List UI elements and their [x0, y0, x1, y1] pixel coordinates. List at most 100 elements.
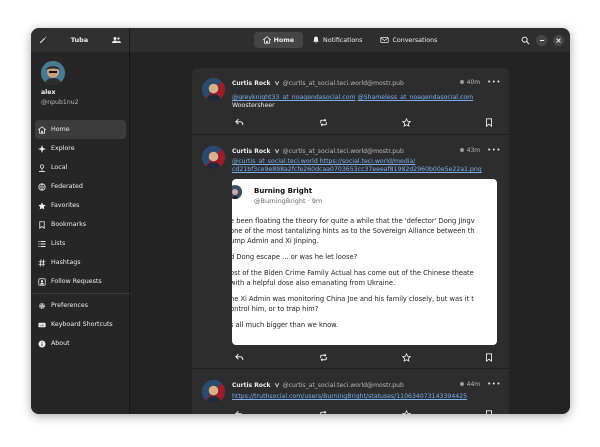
bookmark-icon[interactable] — [484, 352, 494, 362]
post-avatar[interactable] — [202, 380, 225, 403]
reply-icon[interactable] — [234, 409, 244, 414]
sidebar-item-local[interactable]: Local — [35, 158, 126, 177]
post-meta: 40m ••• — [459, 78, 501, 86]
post-content: @greyknight33_at_noagendasocial.com @Sha… — [232, 94, 473, 101]
tab-notifications[interactable]: Notifications — [303, 32, 371, 48]
sidebar-item-label: Favorites — [51, 202, 80, 209]
post-content: cd21bf3ce9e898a2fcfe260dcaa0703653cc37ee… — [232, 166, 482, 173]
sidebar-item-home[interactable]: Home — [35, 120, 126, 139]
search-icon[interactable] — [521, 36, 530, 45]
card-line: he Xi Admin was monitoring China Joe and… — [232, 295, 474, 303]
user-handle: @npub1nu2 — [41, 99, 79, 106]
sidebar-item-favorites[interactable]: Favorites — [35, 196, 126, 215]
post-avatar[interactable] — [202, 78, 225, 101]
follow-request-icon — [38, 277, 46, 286]
more-options-icon[interactable]: ••• — [487, 78, 501, 86]
tab-label: Conversations — [392, 36, 438, 44]
visibility-icon — [459, 80, 464, 84]
post-actions — [232, 117, 500, 127]
sidebar-divider — [31, 293, 130, 294]
favorite-icon[interactable] — [401, 409, 411, 414]
mention-link[interactable]: @greyknight33_at_noagendasocial.com — [232, 94, 355, 101]
card-line: ump Admin and Xi Jinping. — [232, 237, 319, 245]
boost-icon[interactable] — [318, 409, 328, 414]
boost-icon[interactable] — [318, 117, 328, 127]
post-author[interactable]: Curtis Rock — [232, 382, 271, 389]
sidebar-item-label: Hashtags — [51, 259, 81, 266]
post-actions — [232, 352, 500, 362]
reply-icon[interactable] — [234, 117, 244, 127]
sidebar-item-hashtags[interactable]: Hashtags — [35, 253, 126, 272]
sidebar-item-keyboard-shortcuts[interactable]: Keyboard Shortcuts — [35, 315, 126, 334]
favorite-icon[interactable] — [401, 117, 411, 127]
card-line: with a helpful dose also emanating from … — [232, 279, 396, 287]
bot-badge-icon — [274, 148, 280, 154]
user-avatar[interactable] — [41, 61, 65, 85]
card-line: s all much bigger than we know. — [232, 321, 339, 329]
card-line: one of the most tantalizing hints as to … — [232, 227, 475, 235]
post-meta: 43m ••• — [459, 146, 501, 154]
sidebar-item-lists[interactable]: Lists — [35, 234, 126, 253]
post-handle[interactable]: @curtis_at_social.teci.world@mostr.pub — [283, 80, 404, 87]
timeline-area: Curtis Rock @curtis_at_social.teci.world… — [130, 52, 570, 414]
post-time: 43m — [466, 146, 481, 154]
media-link[interactable]: @curtis_at_social.teci.world https://soc… — [232, 158, 415, 165]
user-icon — [38, 163, 46, 172]
gear-icon — [38, 302, 46, 310]
sidebar-item-federated[interactable]: Federated — [35, 177, 126, 196]
sidebar-item-label: Lists — [51, 240, 66, 247]
tab-home[interactable]: Home — [253, 32, 304, 48]
media-attachment[interactable]: Burning Bright @BurningBright · 9m e bee… — [232, 179, 497, 345]
timeline-column: Curtis Rock @curtis_at_social.teci.world… — [192, 68, 509, 414]
post-avatar[interactable] — [202, 146, 225, 169]
globe-icon — [38, 182, 46, 191]
favorite-icon[interactable] — [401, 352, 411, 362]
sidebar-item-label: Follow Requests — [51, 278, 102, 285]
more-options-icon[interactable]: ••• — [487, 146, 501, 154]
boost-icon[interactable] — [318, 352, 328, 362]
sidebar-item-explore[interactable]: Explore — [35, 139, 126, 158]
card-handle: @BurningBright · 9m — [254, 197, 323, 205]
main-header: Home Notifications Conversations — [130, 28, 570, 52]
tab-conversations[interactable]: Conversations — [371, 32, 446, 48]
sidebar-item-label: Bookmarks — [51, 221, 87, 228]
mention-link[interactable]: @Shameless_at_noagendasocial.com — [357, 94, 473, 101]
close-icon — [556, 37, 561, 43]
bell-icon — [312, 36, 320, 44]
card-author: Burning Bright — [254, 187, 313, 195]
keyboard-icon — [38, 321, 46, 329]
status-link[interactable]: https://truthsocial.com/users/BurningBri… — [232, 393, 467, 400]
bookmark-icon[interactable] — [484, 117, 494, 127]
app-title: Tuba — [70, 36, 89, 44]
more-options-icon[interactable]: ••• — [487, 380, 501, 388]
post-author[interactable]: Curtis Rock — [232, 80, 271, 87]
post-item[interactable]: Curtis Rock @curtis_at_social.teci.world… — [192, 68, 509, 135]
minimize-button[interactable] — [536, 34, 547, 46]
close-button[interactable] — [553, 34, 564, 46]
hashtag-icon — [38, 258, 46, 267]
reply-icon[interactable] — [234, 352, 244, 362]
post-item[interactable]: Curtis Rock @curtis_at_social.teci.world… — [192, 370, 509, 414]
minimize-icon — [539, 39, 544, 41]
sidebar-item-bookmarks[interactable]: Bookmarks — [35, 215, 126, 234]
sidebar-item-about[interactable]: About — [35, 334, 126, 353]
compass-icon — [38, 144, 46, 153]
pencil-icon[interactable] — [39, 36, 47, 44]
view-switcher: Home Notifications Conversations — [253, 32, 447, 48]
sidebar-item-preferences[interactable]: Preferences — [35, 296, 126, 315]
card-avatar — [232, 185, 242, 199]
post-handle[interactable]: @curtis_at_social.teci.world@mostr.pub — [283, 148, 404, 155]
switch-account-icon[interactable] — [111, 36, 121, 44]
media-link[interactable]: cd21bf3ce9e898a2fcfe260dcaa0703653cc37ee… — [232, 166, 482, 173]
user-display-name: alex — [41, 89, 56, 96]
sidebar-item-follow-requests[interactable]: Follow Requests — [35, 272, 126, 291]
card-line: ost of the Biden Crime Family Actual has… — [232, 269, 474, 277]
bookmark-icon[interactable] — [484, 409, 494, 414]
card-line: d Dong escape ... or was he let loose? — [232, 253, 358, 261]
post-item[interactable]: Curtis Rock @curtis_at_social.teci.world… — [192, 136, 509, 369]
post-handle[interactable]: @curtis_at_social.teci.world@mostr.pub — [283, 382, 404, 389]
tab-label: Notifications — [323, 36, 363, 44]
post-author[interactable]: Curtis Rock — [232, 148, 271, 155]
mail-icon — [380, 36, 390, 44]
post-time: 44m — [466, 380, 481, 388]
